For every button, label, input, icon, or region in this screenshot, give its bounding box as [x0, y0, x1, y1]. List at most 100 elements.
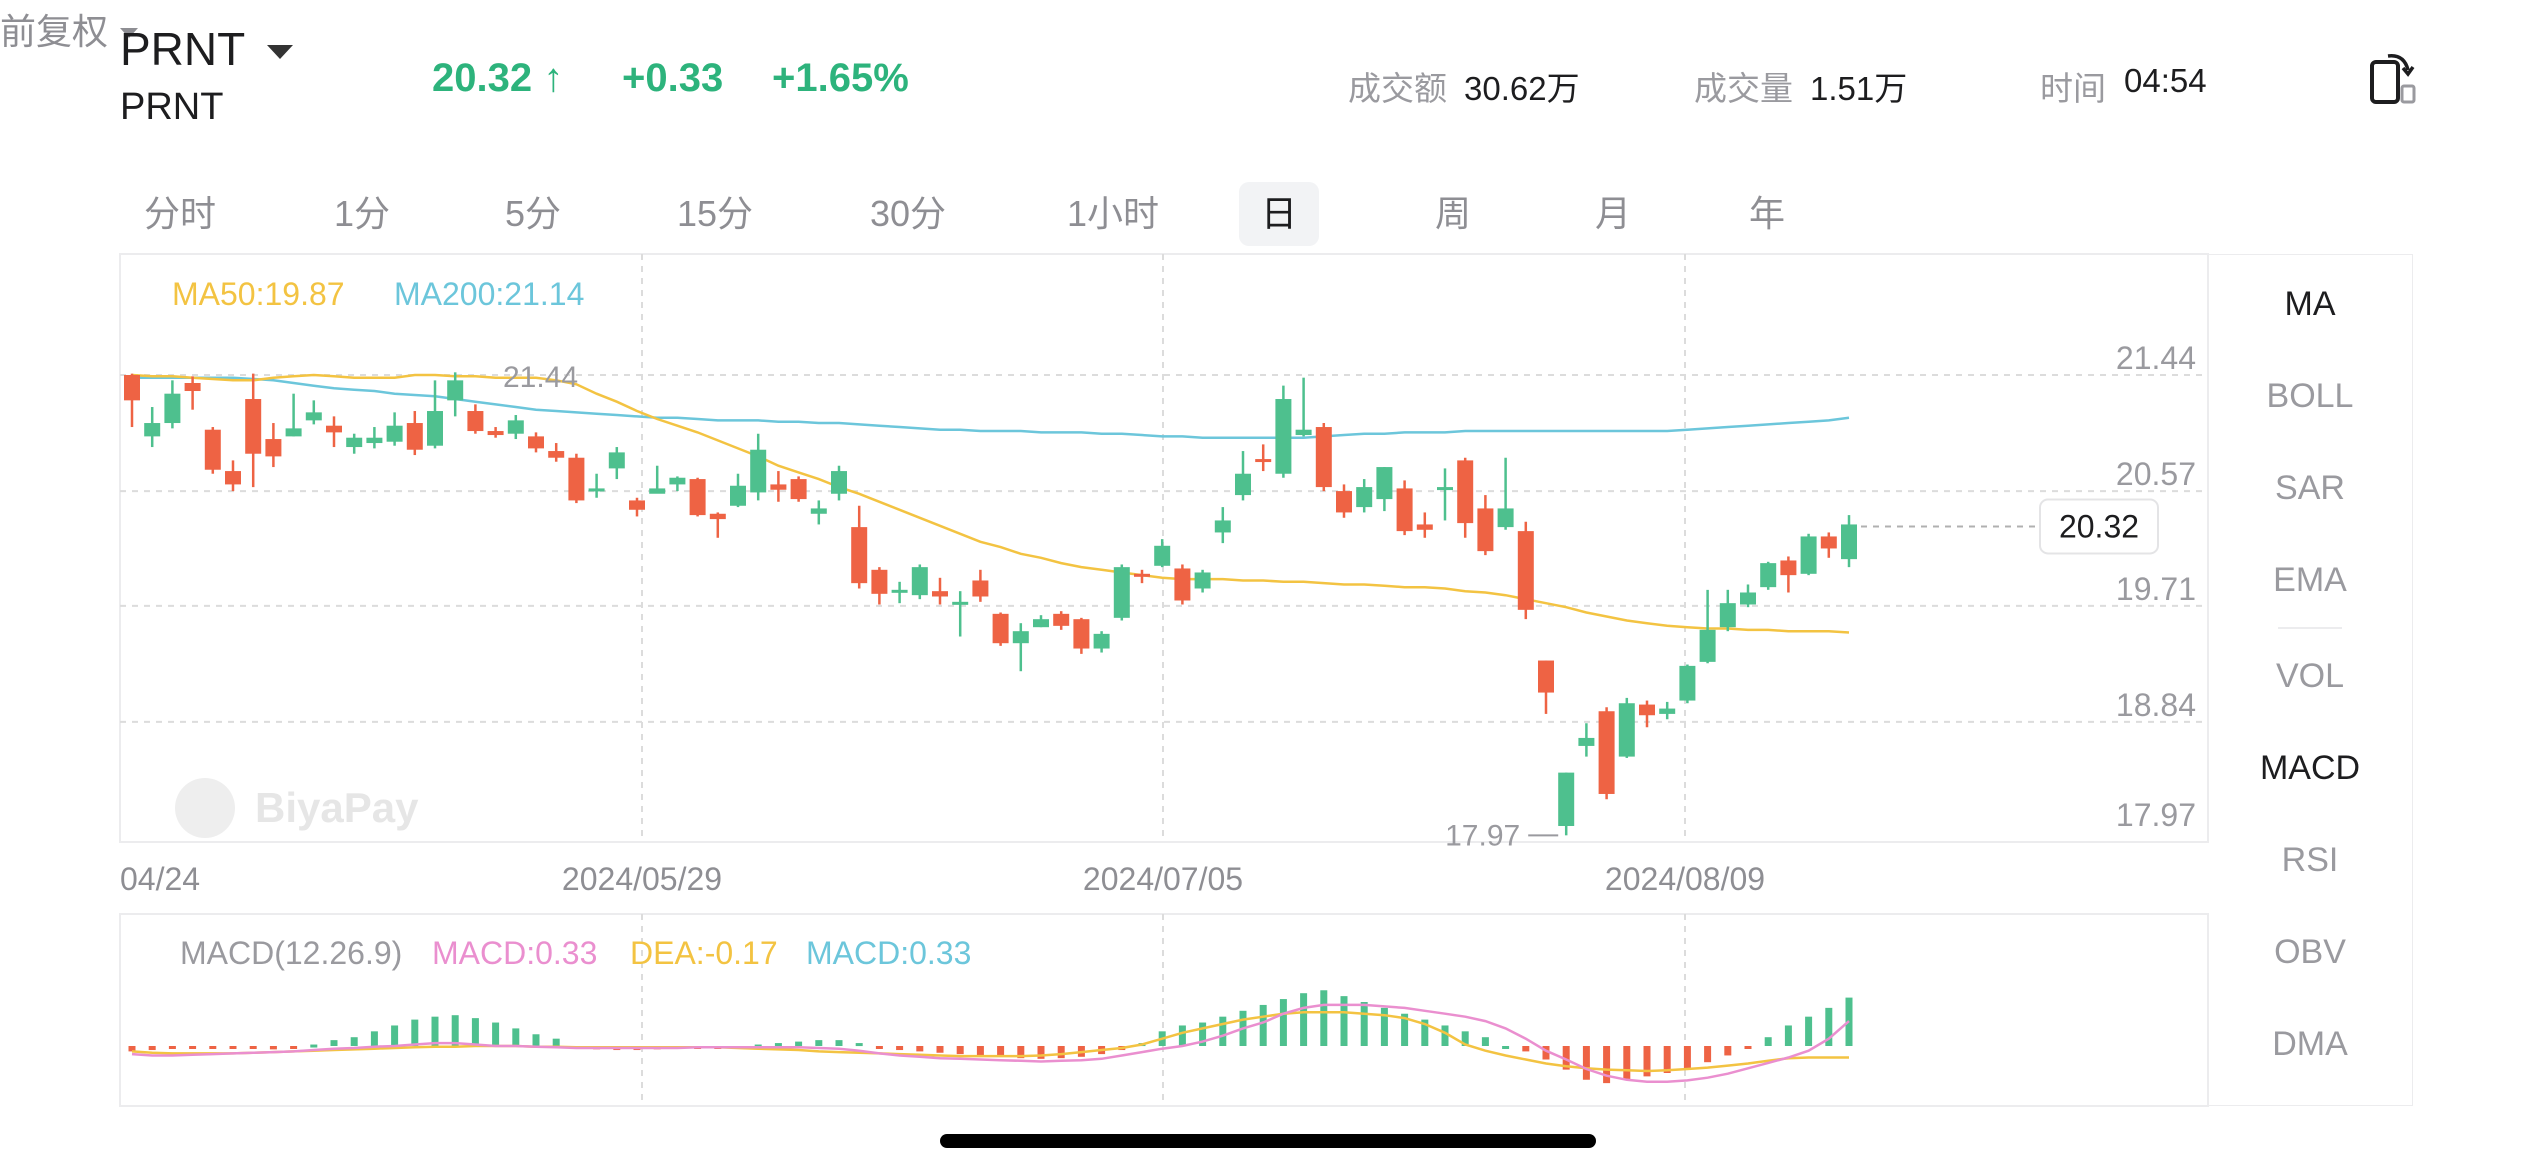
- candle: [1639, 700, 1655, 728]
- candle: [346, 433, 363, 454]
- indicator-vol[interactable]: VOL: [2208, 657, 2412, 696]
- macd-hist-bar: [1279, 999, 1287, 1046]
- candle-body: [1639, 704, 1655, 716]
- candle: [1416, 512, 1433, 538]
- candle-body: [1235, 473, 1251, 496]
- indicator-dma[interactable]: DMA: [2208, 1025, 2412, 1064]
- macd-hist-bar: [330, 1040, 338, 1046]
- candle: [1841, 515, 1857, 568]
- x-tick-label: 2024/07/05: [1083, 861, 1243, 897]
- watermark-text: BiyaPay: [255, 784, 419, 831]
- macd-line: [131, 1003, 1850, 1084]
- macd-hist-bar: [310, 1044, 318, 1048]
- candle-body: [346, 437, 363, 448]
- candle-body: [285, 428, 302, 437]
- kline-chart[interactable]: BiyaPay 21.44 20.57 19.71 18.84 17.97 21.44 17…: [0, 0, 2532, 1170]
- candle-body: [164, 393, 181, 424]
- macd-hist-bar: [1724, 1046, 1732, 1056]
- indicator-macd[interactable]: MACD: [2208, 749, 2412, 788]
- candle: [144, 407, 161, 448]
- macd-hist-bar: [431, 1016, 439, 1046]
- candle: [831, 465, 847, 501]
- macd-hist-bar: [1360, 1002, 1368, 1046]
- candle: [1315, 423, 1332, 492]
- candle: [1760, 561, 1777, 590]
- indicator-boll[interactable]: BOLL: [2208, 377, 2412, 416]
- macd-hist-bar: [1441, 1025, 1449, 1046]
- macd-hist-bar: [936, 1046, 944, 1053]
- candle-body: [891, 589, 908, 593]
- macd-hist-bar: [956, 1046, 964, 1055]
- candle: [548, 443, 565, 462]
- macd-hist-bar: [774, 1043, 782, 1047]
- candle: [1558, 772, 1575, 836]
- candle-body: [1154, 545, 1171, 566]
- candle-body: [568, 457, 585, 501]
- candle: [184, 376, 201, 410]
- macd-panel: MACD(12.26.9) MACD:0.33 DEA:-0.17 MACD:0.33: [128, 935, 1853, 1084]
- dea-line: [131, 1011, 1849, 1073]
- candle-body: [1780, 560, 1797, 576]
- macd-hist-bar: [1784, 1025, 1792, 1046]
- macd-hist-bar: [552, 1038, 560, 1046]
- y-tick-label: 18.84: [2116, 687, 2196, 723]
- candle-body: [204, 429, 221, 470]
- max-price-label: 21.44: [503, 361, 578, 394]
- candle-body: [1012, 631, 1029, 644]
- candle-body: [1356, 487, 1373, 508]
- candle: [851, 505, 868, 589]
- candle-body: [972, 580, 989, 597]
- candle-body: [1760, 563, 1777, 588]
- macd-hist-bar: [290, 1046, 298, 1049]
- candle: [1800, 533, 1817, 576]
- candle: [1194, 569, 1211, 593]
- macd-hist-bar: [1623, 1046, 1631, 1080]
- macd-hist-bar: [189, 1046, 197, 1049]
- candle-body: [689, 479, 706, 516]
- candle-body: [467, 411, 484, 432]
- indicator-ema[interactable]: EMA: [2208, 561, 2412, 600]
- macd-hist-bar: [249, 1046, 257, 1049]
- candle-body: [1457, 460, 1474, 524]
- candle-body: [1275, 399, 1292, 474]
- candle-body: [810, 508, 827, 514]
- candle: [709, 512, 726, 538]
- macd-hist-bar: [471, 1018, 479, 1046]
- candle: [1477, 495, 1494, 556]
- candle-body: [1255, 459, 1272, 463]
- y-tick-label: 21.44: [2116, 340, 2196, 376]
- candle-body: [124, 375, 140, 401]
- candle-body: [528, 436, 544, 449]
- indicator-rsi[interactable]: RSI: [2208, 841, 2412, 880]
- candle-body: [1437, 487, 1453, 491]
- candle-body: [1598, 711, 1615, 794]
- macd-hist-bar: [1380, 1007, 1388, 1046]
- indicator-list: MA BOLL SAR EMA VOL MACD RSI OBV DMA: [2208, 254, 2413, 1106]
- indicator-ma[interactable]: MA: [2208, 285, 2412, 324]
- candle-body: [1558, 772, 1575, 826]
- candle-body: [1315, 427, 1332, 488]
- candle: [871, 567, 888, 605]
- candle: [952, 591, 969, 637]
- macd-hist-bar: [168, 1046, 176, 1049]
- ma-legend: MA50:19.87 MA200:21.14: [172, 276, 584, 312]
- candle: [1780, 556, 1797, 593]
- candle: [649, 465, 666, 494]
- y-tick-label: 20.57: [2116, 456, 2196, 492]
- candle-body: [447, 380, 464, 401]
- candle: [326, 416, 342, 448]
- home-indicator: [940, 1134, 1596, 1148]
- candle: [588, 473, 605, 498]
- macd-hist-bar: [512, 1028, 520, 1046]
- indicator-sar[interactable]: SAR: [2208, 469, 2412, 508]
- candle-body: [1053, 613, 1070, 626]
- macd-hist-bar: [391, 1025, 399, 1046]
- candle-body: [1194, 572, 1211, 589]
- indicator-obv[interactable]: OBV: [2208, 933, 2412, 972]
- candle: [427, 380, 443, 449]
- candle: [204, 427, 221, 474]
- macd-hist-bar: [1603, 1046, 1611, 1084]
- watermark: BiyaPay: [175, 778, 419, 838]
- macd-hist-bar: [451, 1015, 459, 1046]
- macd-hist-bar: [370, 1031, 378, 1046]
